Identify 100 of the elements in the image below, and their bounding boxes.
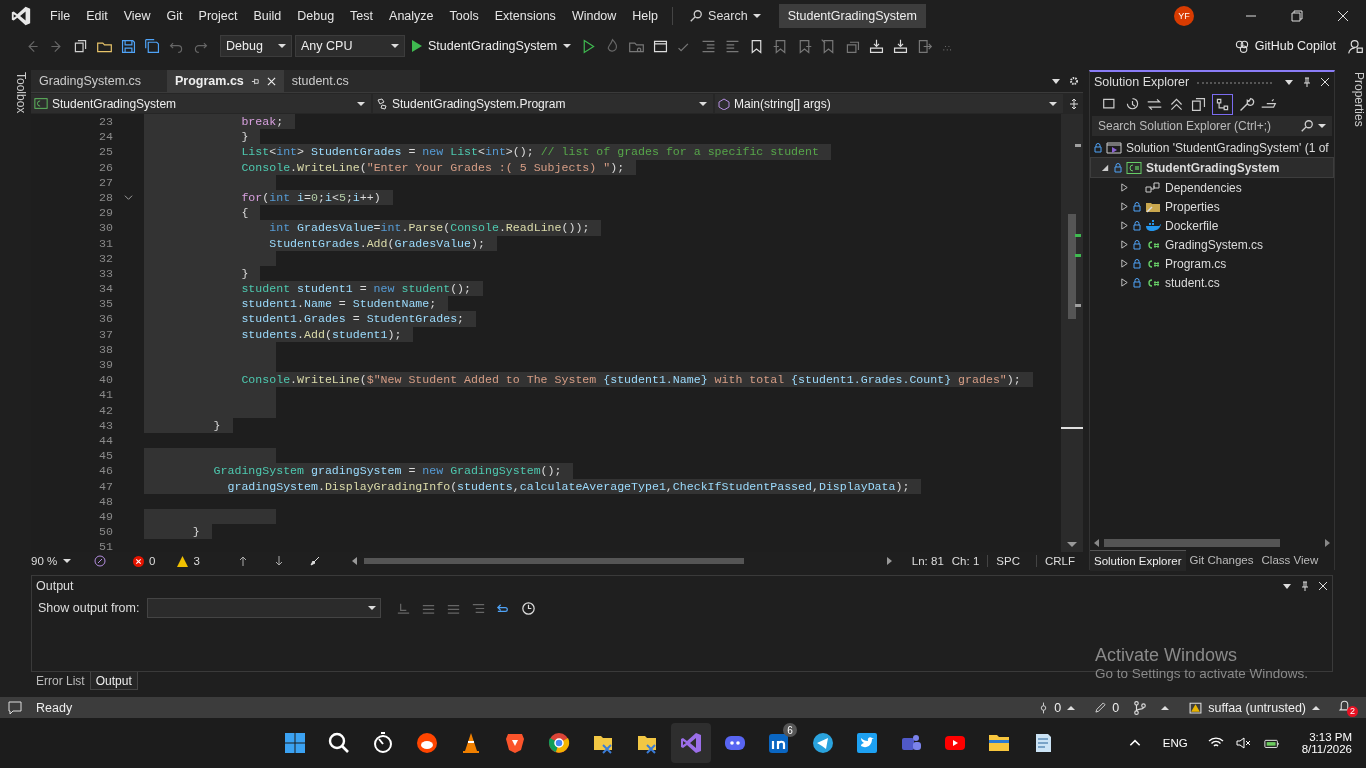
caret-icon[interactable] bbox=[368, 604, 377, 612]
caret-icon[interactable] bbox=[1049, 99, 1057, 108]
panel-tab[interactable]: Output bbox=[89, 672, 138, 690]
member-dropdown[interactable]: Main(string[] args) bbox=[715, 94, 1063, 113]
close-icon[interactable] bbox=[1320, 77, 1330, 87]
menu-item[interactable]: File bbox=[42, 9, 79, 23]
file-node[interactable]: Dependencies bbox=[1165, 180, 1242, 195]
file-node[interactable]: Properties bbox=[1165, 199, 1220, 214]
search-icon[interactable] bbox=[1300, 119, 1314, 133]
document-tab[interactable]: Program.cs bbox=[167, 70, 284, 92]
menu-item[interactable]: Tools bbox=[441, 9, 487, 23]
menu-item[interactable]: Window bbox=[563, 9, 625, 23]
menu-item[interactable]: Analyze bbox=[381, 9, 442, 23]
solution-node[interactable]: Solution 'StudentGradingSystem' (1 of bbox=[1126, 140, 1329, 155]
panel-tab[interactable]: Class View bbox=[1257, 550, 1323, 570]
caret-up-icon[interactable] bbox=[1312, 703, 1320, 712]
split-icon[interactable] bbox=[1069, 98, 1079, 109]
language-indicator[interactable]: ENG bbox=[1162, 737, 1188, 749]
close-icon[interactable] bbox=[1318, 581, 1328, 591]
error-count[interactable]: 0 bbox=[133, 555, 156, 567]
brush-icon[interactable] bbox=[309, 556, 320, 566]
repository-indicator[interactable]: suffaa (untrusted) bbox=[1189, 700, 1320, 715]
bell-icon[interactable] bbox=[1338, 698, 1351, 712]
search-field[interactable]: Search Solution Explorer (Ctrl+;) bbox=[1092, 116, 1332, 136]
line-indicator[interactable]: Ln: 81 bbox=[911, 555, 944, 567]
caret-up-icon[interactable] bbox=[1067, 703, 1076, 712]
clock-icon[interactable] bbox=[520, 599, 538, 617]
changes-indicator[interactable]: 0 bbox=[1095, 700, 1120, 715]
chat-icon[interactable] bbox=[8, 700, 22, 715]
pin-icon[interactable] bbox=[1302, 77, 1312, 87]
notifications-button[interactable]: 2 bbox=[1338, 698, 1358, 717]
settings-icon[interactable] bbox=[1069, 76, 1079, 86]
warning-count[interactable]: 3 bbox=[177, 555, 200, 567]
menu-item[interactable]: Build bbox=[245, 9, 290, 23]
menu-item[interactable]: Edit bbox=[78, 9, 116, 23]
collapsed-icon[interactable] bbox=[1120, 183, 1129, 192]
menu-item[interactable]: Help bbox=[624, 9, 667, 23]
arrow-down-icon[interactable] bbox=[273, 556, 284, 566]
configuration-dropdown[interactable]: Debug bbox=[220, 35, 292, 57]
dropdown-icon[interactable] bbox=[1284, 77, 1294, 87]
menu-item[interactable]: Debug bbox=[289, 9, 343, 23]
rings-icon[interactable] bbox=[1233, 38, 1250, 54]
close-icon[interactable] bbox=[1337, 10, 1349, 22]
download-icon[interactable] bbox=[892, 37, 910, 55]
dropdown-icon[interactable] bbox=[1282, 581, 1292, 591]
horizontal-scrollbar[interactable] bbox=[1092, 536, 1332, 550]
new-item-icon[interactable] bbox=[72, 37, 89, 55]
clock-time[interactable]: 3:13 PM bbox=[1309, 731, 1352, 743]
menu-item[interactable]: Project bbox=[190, 9, 246, 23]
project-dropdown[interactable]: StudentGradingSystem bbox=[31, 94, 371, 113]
line-ending-indicator[interactable]: CRLF bbox=[1035, 555, 1083, 567]
platform-dropdown[interactable]: Any CPU bbox=[295, 35, 405, 57]
copy-icon[interactable] bbox=[1190, 95, 1207, 113]
collapsed-icon[interactable] bbox=[1120, 259, 1129, 268]
wrench-icon[interactable] bbox=[1238, 95, 1255, 113]
tree-view-icon[interactable] bbox=[1212, 93, 1233, 115]
caret-icon[interactable] bbox=[752, 12, 761, 20]
document-tab[interactable]: student.cs bbox=[283, 70, 420, 92]
collapsed-icon[interactable] bbox=[1120, 202, 1129, 211]
start-button[interactable]: StudentGradingSystem bbox=[408, 39, 576, 53]
dropdown-icon[interactable] bbox=[1051, 76, 1061, 86]
restore-icon[interactable] bbox=[1291, 10, 1303, 22]
file-node[interactable]: student.cs bbox=[1165, 275, 1220, 290]
panel-tab[interactable]: Solution Explorer bbox=[1090, 550, 1186, 571]
search-icon[interactable] bbox=[689, 9, 704, 23]
save-all-icon[interactable] bbox=[144, 37, 161, 55]
search-button[interactable]: Search bbox=[679, 9, 771, 23]
export-icon[interactable] bbox=[916, 37, 934, 55]
push-indicator[interactable]: 0 bbox=[1039, 700, 1076, 715]
document-tab[interactable]: GradingSystem.cs bbox=[31, 70, 167, 92]
caret-icon[interactable] bbox=[699, 99, 707, 108]
caret-icon[interactable] bbox=[357, 99, 365, 108]
panel-tab[interactable]: Error List bbox=[31, 672, 90, 690]
zoom-dropdown[interactable]: 90 % bbox=[31, 555, 81, 567]
expanded-icon[interactable] bbox=[1101, 163, 1110, 172]
caret-icon[interactable] bbox=[1318, 122, 1326, 130]
horizontal-scrollbar[interactable] bbox=[351, 555, 892, 567]
caret-icon[interactable] bbox=[563, 42, 572, 50]
pin-icon[interactable] bbox=[1300, 581, 1310, 591]
caret-icon[interactable] bbox=[278, 42, 286, 50]
type-dropdown[interactable]: StudentGradingSystem.Program bbox=[373, 94, 713, 113]
vertical-scrollbar[interactable] bbox=[1061, 114, 1083, 552]
caret-up-icon[interactable] bbox=[1161, 703, 1170, 712]
collapsed-icon[interactable] bbox=[1120, 240, 1129, 249]
menu-item[interactable]: Extensions bbox=[486, 9, 564, 23]
menu-item[interactable]: Git bbox=[158, 9, 191, 23]
branch-icon[interactable] bbox=[1133, 700, 1148, 715]
properties-tab[interactable]: Properties bbox=[1338, 60, 1366, 697]
play-icon[interactable] bbox=[412, 40, 422, 52]
arrow-up-icon[interactable] bbox=[237, 556, 248, 566]
save-icon[interactable] bbox=[120, 37, 137, 55]
avatar[interactable]: YF bbox=[1174, 6, 1194, 26]
collapse-icon[interactable] bbox=[124, 193, 133, 203]
column-indicator[interactable]: Ch: 1 bbox=[951, 555, 980, 567]
toolbox-tab[interactable]: Toolbox bbox=[0, 60, 28, 697]
collapsed-icon[interactable] bbox=[1120, 278, 1129, 287]
file-node[interactable]: GradingSystem.cs bbox=[1165, 237, 1264, 252]
pin-icon[interactable] bbox=[250, 76, 260, 86]
collapse-all-icon[interactable] bbox=[1168, 95, 1185, 113]
copilot-button[interactable]: GitHub Copilot bbox=[1227, 37, 1342, 55]
